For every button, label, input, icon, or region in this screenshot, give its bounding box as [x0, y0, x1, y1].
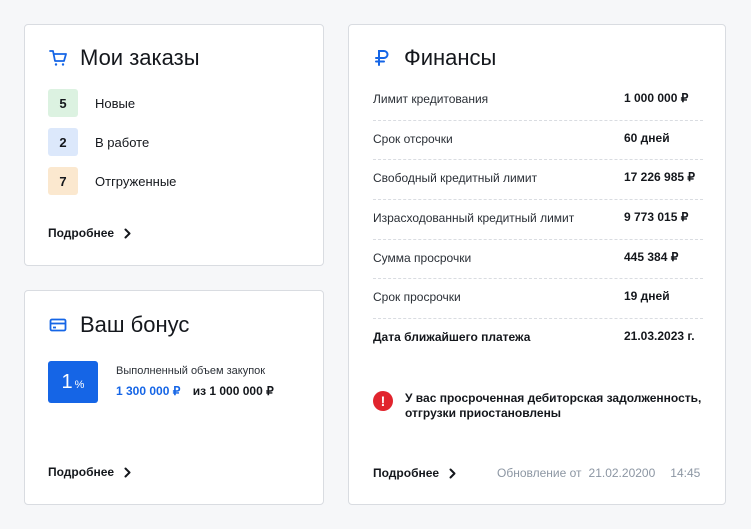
ruble-icon — [373, 49, 391, 67]
card-icon — [49, 316, 67, 334]
overdue-alert: ! У вас просроченная дебиторская задолже… — [373, 391, 701, 421]
finance-row: Срок просрочки 19 дней — [373, 279, 703, 320]
finance-row-label: Срок просрочки — [373, 290, 461, 305]
finance-row: Свободный кредитный лимит 17 226 985 ₽ — [373, 160, 703, 201]
order-label-in-work: В работе — [95, 134, 150, 150]
finance-row-next-payment: Дата ближайшего платежа 21.03.2023 г. — [373, 319, 703, 359]
finance-row: Израсходованный кредитный лимит 9 773 01… — [373, 200, 703, 240]
chevron-right-icon — [124, 228, 131, 239]
finance-row-value: 9 773 015 ₽ — [624, 210, 689, 225]
order-count-shipped: 7 — [48, 167, 78, 195]
chevron-right-icon — [449, 468, 456, 479]
finance-row-value: 1 000 000 ₽ — [624, 91, 689, 105]
finance-more-label: Подробнее — [373, 466, 440, 480]
orders-title-text: Мои заказы — [80, 45, 200, 70]
update-info: Обновление от 21.02.20200 14:45 — [497, 466, 700, 480]
bonus-more-label: Подробнее — [48, 465, 115, 479]
bonus-done-amount: 1 300 000 ₽ — [116, 384, 181, 398]
finance-row-value: 445 384 ₽ — [624, 249, 679, 264]
bonus-title-text: Ваш бонус — [80, 312, 190, 337]
finance-table: Лимит кредитования 1 000 000 ₽ Срок отср… — [373, 81, 703, 359]
finance-row: Срок отсрочки 60 дней — [373, 121, 703, 161]
alert-text-line1: У вас просроченная дебиторская задолженн… — [405, 391, 702, 405]
finance-title-text: Финансы — [404, 45, 497, 70]
finance-row-label: Сумма просрочки — [373, 250, 472, 265]
bonus-percent-badge: 1 % — [48, 361, 98, 403]
finance-row-value: 60 дней — [624, 130, 670, 145]
order-label-new: Новые — [95, 95, 136, 111]
orders-more-link[interactable]: Подробнее — [48, 226, 131, 240]
update-date: 21.02.20200 — [588, 466, 656, 480]
order-status-shipped[interactable]: 7 Отгруженные — [48, 167, 176, 195]
finance-row: Сумма просрочки 445 384 ₽ — [373, 240, 703, 280]
bonus-values: 1 300 000 ₽ из 1 000 000 ₽ — [116, 384, 274, 398]
finance-row-value: 19 дней — [624, 289, 670, 304]
finance-row-value: 17 226 985 ₽ — [624, 170, 696, 185]
bonus-target-amount: из 1 000 000 ₽ — [192, 384, 274, 398]
orders-title: Мои заказы — [49, 45, 200, 71]
order-count-in-work: 2 — [48, 128, 78, 156]
bonus-title: Ваш бонус — [49, 312, 189, 338]
order-label-shipped: Отгруженные — [95, 173, 177, 189]
orders-more-label: Подробнее — [48, 226, 115, 240]
alert-text-line2: отгрузки приостановлены — [405, 406, 562, 420]
finance-row-label: Дата ближайшего платежа — [373, 330, 531, 345]
finance-title: Финансы — [373, 45, 496, 71]
bonus-caption: Выполненный объем закупок — [116, 365, 266, 377]
finance-card: Финансы Лимит кредитования 1 000 000 ₽ С… — [348, 24, 726, 505]
chevron-right-icon — [124, 467, 131, 478]
finance-more-link[interactable]: Подробнее — [373, 466, 456, 480]
finance-row: Лимит кредитования 1 000 000 ₽ — [373, 81, 703, 121]
finance-row-label: Израсходованный кредитный лимит — [373, 211, 575, 226]
alert-icon: ! — [373, 391, 393, 411]
order-count-new: 5 — [48, 89, 78, 117]
bonus-more-link[interactable]: Подробнее — [48, 465, 131, 479]
order-status-new[interactable]: 5 Новые — [48, 89, 135, 117]
bonus-percent-value: 1 — [61, 370, 73, 393]
finance-row-label: Лимит кредитования — [373, 92, 489, 106]
update-time: 14:45 — [670, 466, 701, 480]
orders-card: Мои заказы 5 Новые 2 В работе 7 Отгружен… — [24, 24, 324, 266]
bonus-card: Ваш бонус 1 % Выполненный объем закупок … — [24, 290, 324, 505]
cart-icon — [49, 49, 67, 67]
order-status-in-work[interactable]: 2 В работе — [48, 128, 149, 156]
finance-row-value: 21.03.2023 г. — [624, 329, 695, 344]
update-label: Обновление от — [497, 466, 582, 480]
alert-text: У вас просроченная дебиторская задолженн… — [405, 391, 701, 421]
bonus-percent-sign: % — [74, 379, 85, 391]
finance-row-label: Свободный кредитный лимит — [373, 171, 538, 186]
finance-row-label: Срок отсрочки — [373, 131, 453, 146]
